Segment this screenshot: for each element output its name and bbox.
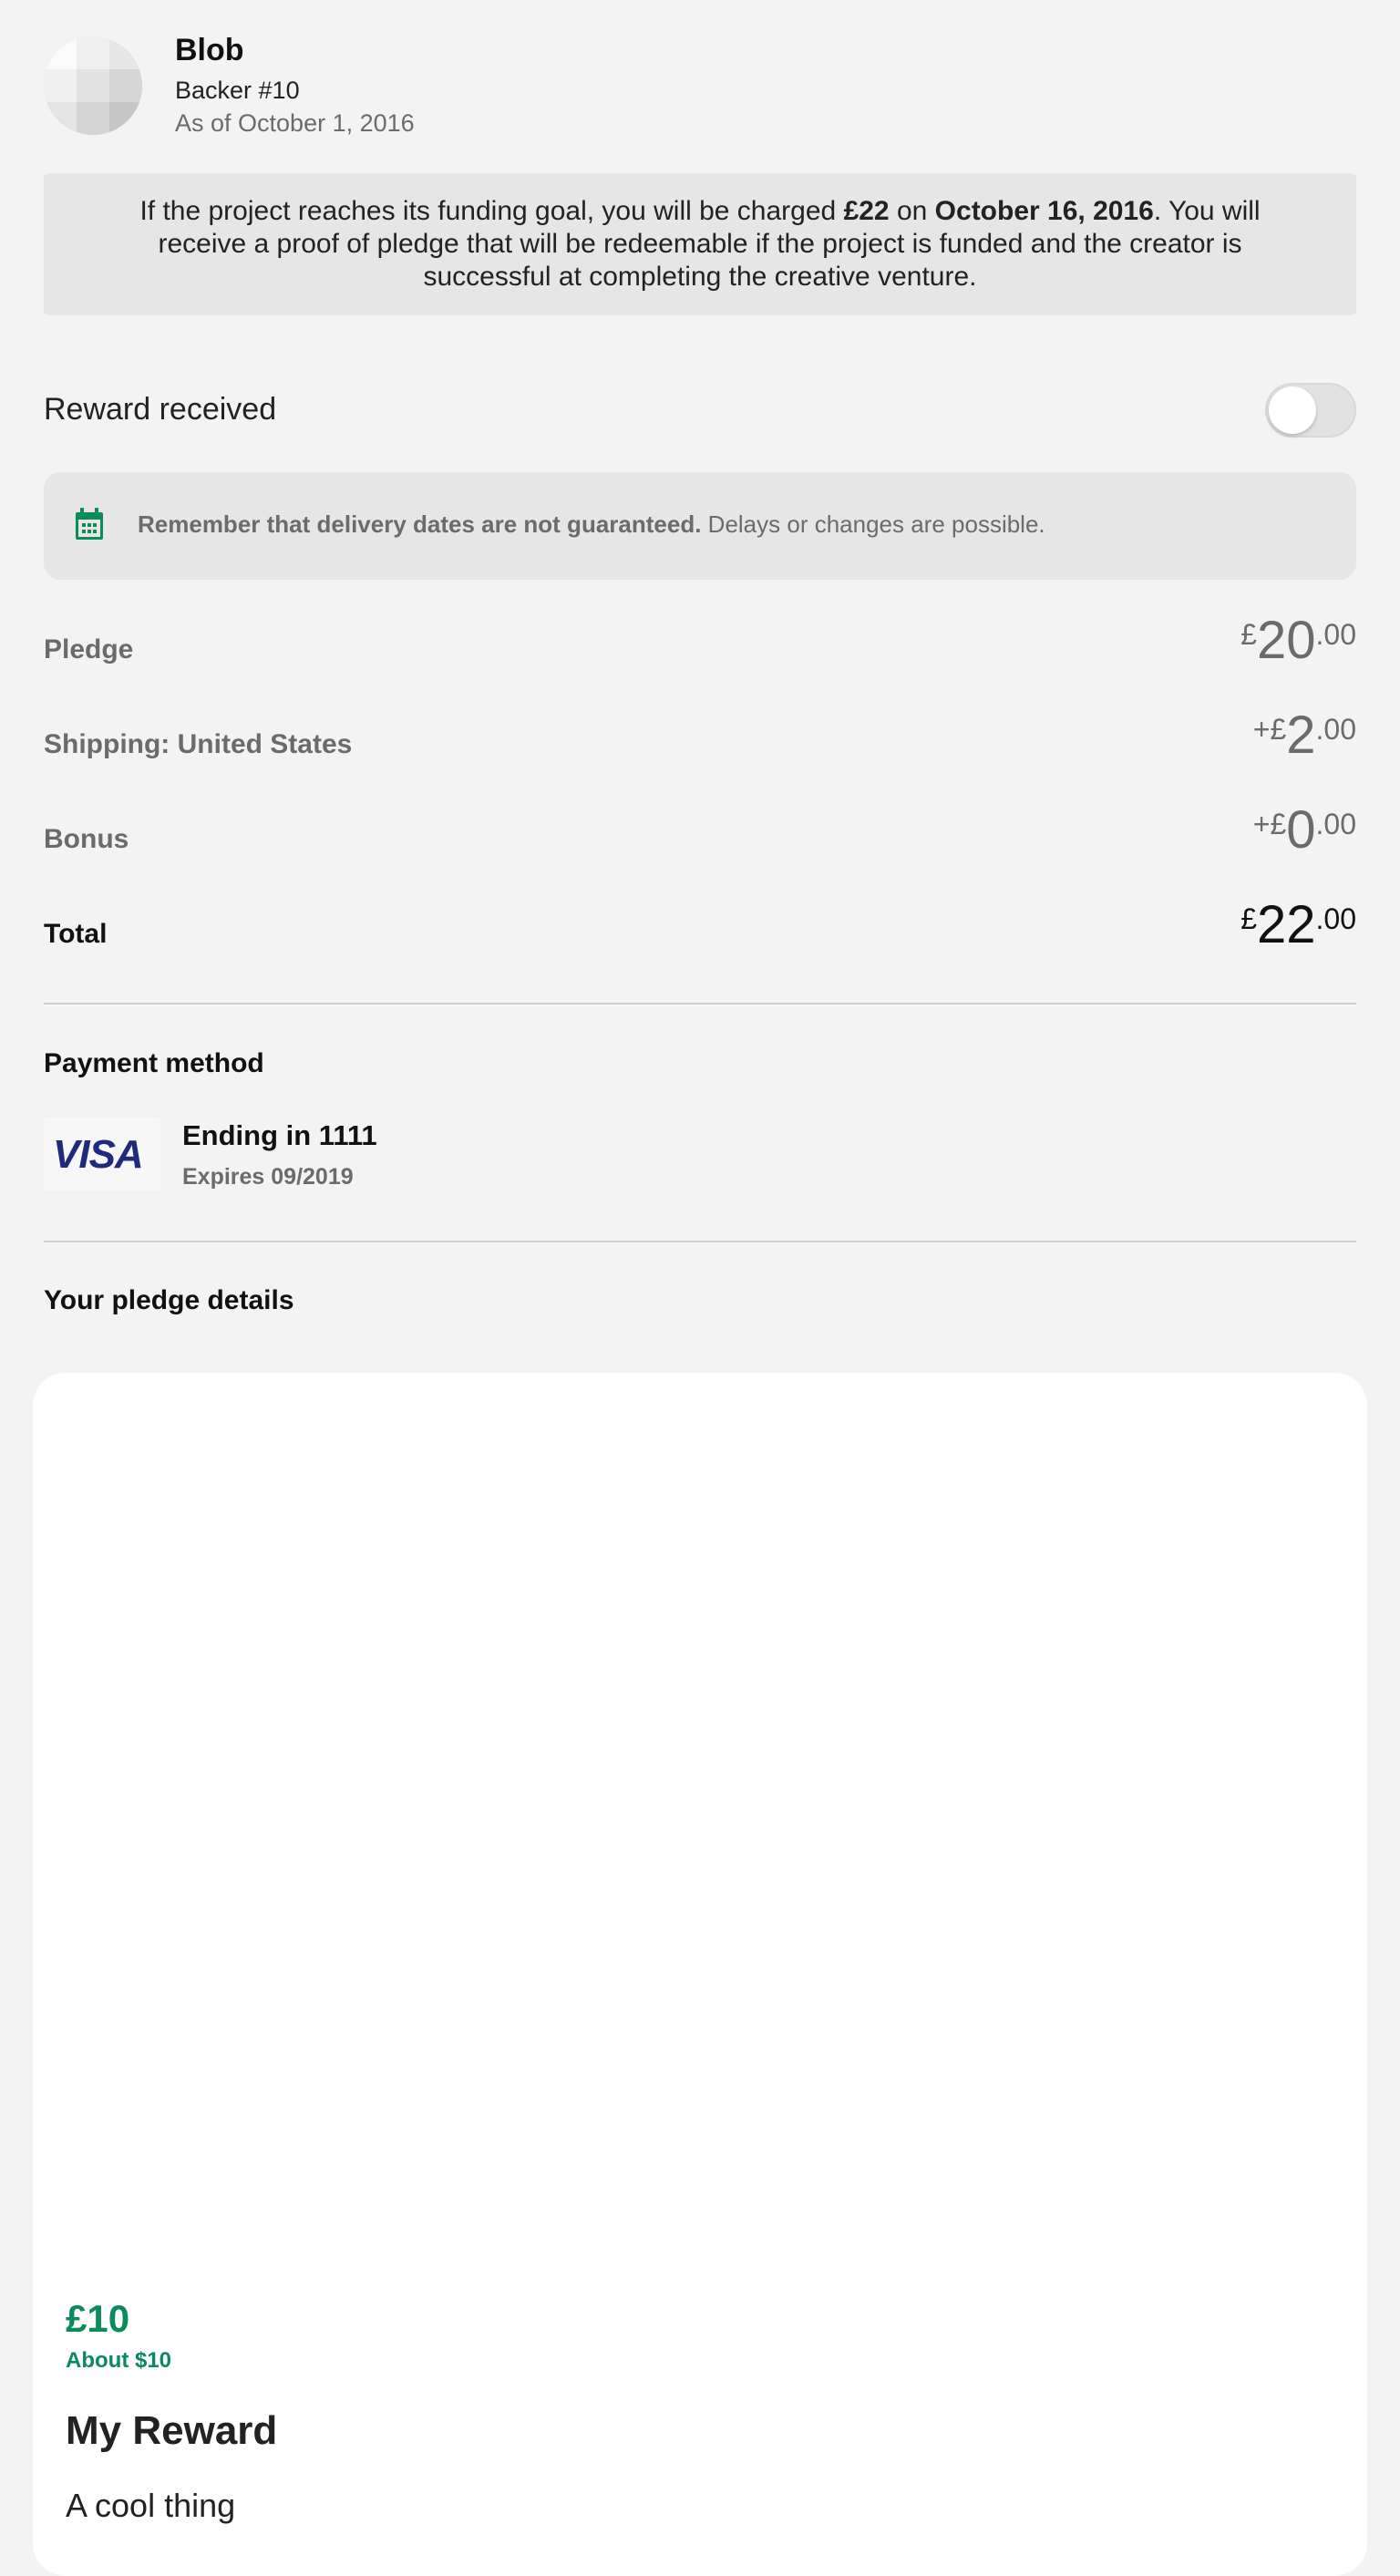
currency-prefix: +£ — [1252, 808, 1287, 840]
pledge-amount: £20.00 — [1240, 613, 1356, 669]
shipping-row: Shipping: United States +£2.00 — [44, 707, 1356, 771]
reward-received-label: Reward received — [44, 392, 277, 427]
notice-amount: £22 — [843, 196, 890, 226]
amount-cents: .00 — [1315, 713, 1356, 746]
amount-cents: .00 — [1315, 808, 1356, 840]
reward-description: A cool thing — [66, 2487, 236, 2524]
reward-received-toggle[interactable] — [1265, 383, 1356, 438]
amount-whole: 2 — [1286, 706, 1316, 765]
notice-date: October 16, 2016 — [934, 196, 1154, 226]
reward-converted-price: About $10 — [66, 2348, 172, 2373]
payment-method-title: Payment method — [44, 1048, 264, 1078]
total-amount: £22.00 — [1240, 897, 1356, 953]
currency-prefix: £ — [1240, 902, 1257, 935]
amount-whole: 22 — [1257, 895, 1316, 954]
pledge-row: Pledge £20.00 — [44, 613, 1356, 676]
bonus-label: Bonus — [44, 824, 129, 854]
amount-cents: .00 — [1315, 618, 1356, 651]
bonus-row: Bonus +£0.00 — [44, 802, 1356, 866]
reward-price: £10 — [66, 2297, 130, 2340]
total-label: Total — [44, 919, 108, 949]
notice-text: If the project reaches its funding goal,… — [139, 196, 844, 226]
calendar-icon — [75, 508, 104, 545]
currency-prefix: £ — [1240, 618, 1257, 651]
amount-whole: 0 — [1286, 800, 1316, 860]
visa-logo-text: VISA — [53, 1132, 144, 1177]
amount-cents: .00 — [1315, 902, 1356, 935]
as-of-date: As of October 1, 2016 — [175, 109, 415, 137]
visa-card-logo: VISA — [44, 1118, 160, 1190]
backer-number: Backer #10 — [175, 77, 300, 104]
bonus-amount: +£0.00 — [1253, 802, 1356, 859]
shipping-label: Shipping: United States — [44, 729, 353, 759]
avatar — [44, 36, 142, 135]
reward-card[interactable]: £10 About $10 My Reward A cool thing — [33, 1373, 1367, 2576]
notice-text: on — [889, 196, 935, 226]
delivery-note-bold: Remember that delivery dates are not gua… — [138, 510, 702, 538]
delivery-note-rest: Delays or changes are possible. — [701, 510, 1045, 538]
reward-title: My Reward — [66, 2408, 278, 2453]
shipping-amount: +£2.00 — [1253, 707, 1356, 764]
card-expiry: Expires 09/2019 — [182, 1164, 354, 1190]
divider — [44, 1241, 1356, 1242]
total-row: Total £22.00 — [44, 897, 1356, 961]
funding-notice: If the project reaches its funding goal,… — [44, 173, 1356, 315]
currency-prefix: +£ — [1252, 713, 1287, 746]
divider — [44, 1003, 1356, 1005]
card-ending: Ending in 1111 — [182, 1119, 377, 1151]
delivery-note: Remember that delivery dates are not gua… — [44, 472, 1356, 580]
pledge-label: Pledge — [44, 634, 134, 665]
delivery-note-text: Remember that delivery dates are not gua… — [138, 510, 1045, 539]
amount-whole: 20 — [1257, 611, 1316, 670]
reward-received-row: Reward received — [44, 383, 1356, 438]
backer-name: Blob — [175, 33, 244, 67]
toggle-knob — [1269, 386, 1316, 434]
pledge-details-title: Your pledge details — [44, 1285, 294, 1315]
backer-header: Blob Backer #10 As of October 1, 2016 — [44, 33, 1356, 146]
